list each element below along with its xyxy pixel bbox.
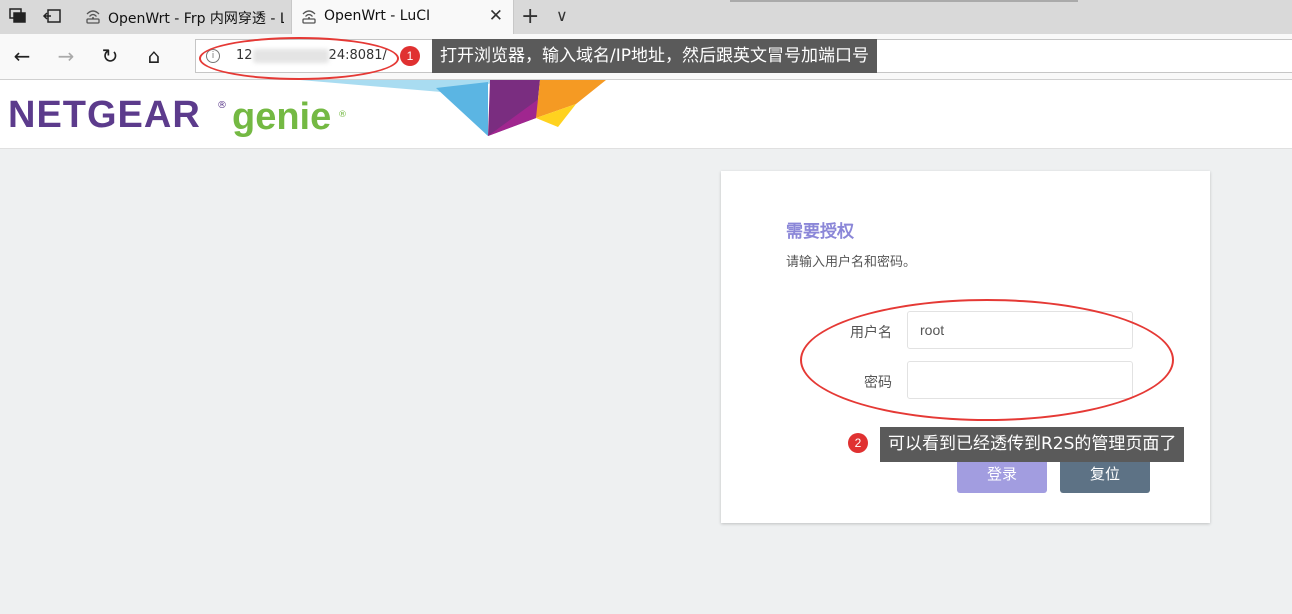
tab-aside-icon[interactable] bbox=[42, 8, 62, 26]
back-arrow-icon[interactable]: ← bbox=[10, 44, 34, 68]
annotation-ellipse-url bbox=[199, 37, 399, 80]
wifi-router-icon bbox=[84, 7, 102, 25]
annotation-ellipse-fields bbox=[800, 299, 1174, 421]
tab-luci[interactable]: OpenWrt - LuCI ✕ bbox=[291, 0, 514, 34]
chevron-down-icon[interactable]: ∨ bbox=[556, 6, 568, 25]
registered-mark: ® bbox=[338, 110, 347, 120]
annotation-tooltip: 可以看到已经透传到R2S的管理页面了 bbox=[880, 427, 1185, 462]
tab-title: OpenWrt - LuCI bbox=[324, 8, 431, 24]
reload-icon[interactable]: ↻ bbox=[98, 44, 122, 68]
home-icon[interactable]: ⌂ bbox=[142, 44, 166, 68]
genie-logo: genie bbox=[232, 96, 332, 138]
page-header: NETGEAR ® genie ® bbox=[0, 80, 1292, 149]
login-description: 请输入用户名和密码。 bbox=[786, 255, 917, 270]
browser-tab-strip: OpenWrt - Frp 内网穿透 - L OpenWrt - LuCI ✕ … bbox=[0, 0, 1292, 34]
close-tab-icon[interactable]: ✕ bbox=[489, 6, 503, 26]
registered-mark: ® bbox=[217, 100, 227, 111]
wifi-router-icon bbox=[300, 7, 318, 25]
annotation-tooltip: 打开浏览器，输入域名/IP地址，然后跟英文冒号加端口号 bbox=[432, 39, 877, 73]
annotation-badge: 1 bbox=[400, 46, 420, 66]
annotation-badge: 2 bbox=[848, 433, 868, 453]
window-edge-divider bbox=[730, 0, 1078, 2]
tab-frp[interactable]: OpenWrt - Frp 内网穿透 - L bbox=[76, 0, 290, 34]
new-tab-button[interactable]: + bbox=[521, 4, 539, 29]
netgear-logo: NETGEAR bbox=[8, 94, 201, 136]
forward-arrow-icon[interactable]: → bbox=[54, 44, 78, 68]
overlapping-windows-icon[interactable] bbox=[8, 8, 28, 26]
login-title: 需要授权 bbox=[786, 222, 854, 242]
tab-title: OpenWrt - Frp 内网穿透 - L bbox=[108, 11, 284, 27]
